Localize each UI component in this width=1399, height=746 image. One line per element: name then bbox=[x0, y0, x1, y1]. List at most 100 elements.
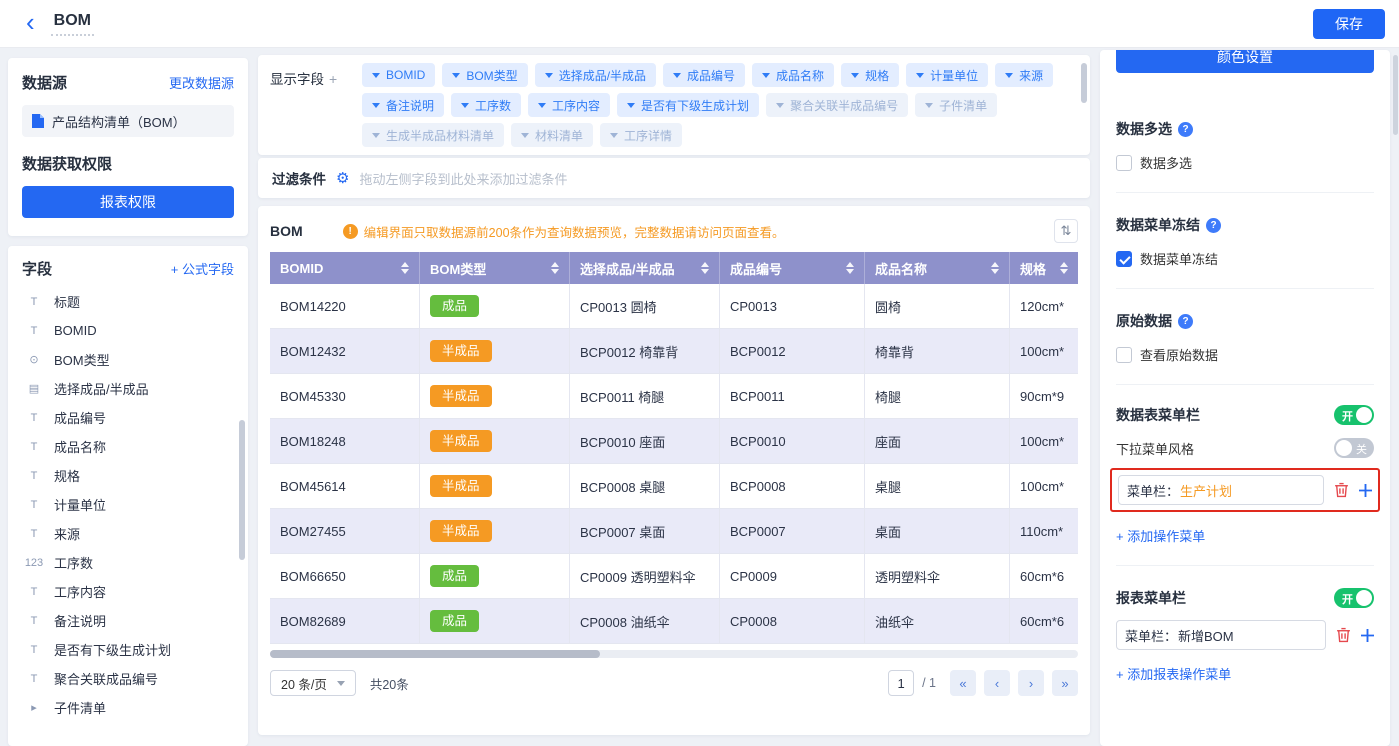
display-field-chip-disabled[interactable]: 子件清单 bbox=[915, 93, 997, 117]
sort-carets-icon[interactable] bbox=[991, 262, 999, 274]
display-field-chip[interactable]: 是否有下级生成计划 bbox=[617, 93, 759, 117]
type-badge: 半成品 bbox=[430, 520, 492, 542]
gear-icon[interactable]: ⚙ bbox=[336, 169, 349, 187]
window-scrollbar[interactable] bbox=[1393, 55, 1398, 135]
page-size-select[interactable]: 20 条/页 bbox=[270, 670, 356, 696]
field-item[interactable]: T成品编号 bbox=[22, 403, 248, 432]
field-item[interactable]: T计量单位 bbox=[22, 490, 248, 519]
field-item[interactable]: T规格 bbox=[22, 461, 248, 490]
sort-carets-icon[interactable] bbox=[401, 262, 409, 274]
display-field-chip-disabled[interactable]: 聚合关联半成品编号 bbox=[766, 93, 908, 117]
sort-carets-icon[interactable] bbox=[551, 262, 559, 274]
field-item[interactable]: T聚合关联成品编号 bbox=[22, 664, 248, 693]
number-field-icon: 123 bbox=[22, 557, 46, 569]
back-icon[interactable]: ‹ bbox=[26, 11, 35, 33]
sort-carets-icon[interactable] bbox=[846, 262, 854, 274]
chip-label: 子件清单 bbox=[939, 97, 987, 114]
save-button[interactable]: 保存 bbox=[1313, 9, 1385, 39]
display-field-chip[interactable]: 来源 bbox=[995, 63, 1053, 87]
change-datasource-link[interactable]: 更改数据源 bbox=[169, 73, 234, 92]
column-header[interactable]: 规格 bbox=[1010, 252, 1078, 284]
add-formula-field-link[interactable]: + 公式字段 bbox=[171, 259, 234, 278]
trash-icon[interactable] bbox=[1334, 482, 1349, 498]
raw-data-checkbox[interactable] bbox=[1116, 347, 1132, 363]
filter-panel[interactable]: 过滤条件 ⚙ 拖动左侧字段到此处来添加过滤条件 bbox=[258, 158, 1090, 198]
column-header[interactable]: BOM类型 bbox=[420, 252, 570, 284]
field-item[interactable]: T是否有下级生成计划 bbox=[22, 635, 248, 664]
field-item[interactable]: T备注说明 bbox=[22, 606, 248, 635]
field-label: BOMID bbox=[54, 323, 97, 338]
color-settings-button[interactable]: 颜色设置 bbox=[1116, 50, 1374, 73]
display-field-chip[interactable]: 规格 bbox=[841, 63, 899, 87]
report-permission-button[interactable]: 报表权限 bbox=[22, 186, 234, 218]
horizontal-scrollbar-thumb[interactable] bbox=[270, 650, 600, 658]
display-field-chip[interactable]: 备注说明 bbox=[362, 93, 444, 117]
table-menu-item[interactable]: 菜单栏： 生产计划 bbox=[1118, 475, 1324, 505]
field-item[interactable]: ▸子件清单 bbox=[22, 693, 248, 722]
field-label: 工序内容 bbox=[54, 582, 106, 601]
datasource-item[interactable]: 产品结构清单（BOM） bbox=[22, 105, 234, 137]
field-item[interactable]: T标题 bbox=[22, 287, 248, 316]
display-field-chip[interactable]: 计量单位 bbox=[906, 63, 988, 87]
table-panel: BOM ! 编辑界面只取数据源前200条作为查询数据预览，完整数据请访问页面查看… bbox=[258, 206, 1090, 735]
display-field-chip-disabled[interactable]: 生成半成品材料清单 bbox=[362, 123, 504, 147]
report-menu-toggle[interactable]: 开 bbox=[1334, 588, 1374, 608]
add-menu-icon[interactable] bbox=[1359, 484, 1372, 497]
trash-icon[interactable] bbox=[1336, 627, 1351, 643]
page-title[interactable]: BOM bbox=[51, 12, 94, 36]
chevron-down-icon bbox=[461, 103, 469, 108]
table-menu-toggle[interactable]: 开 bbox=[1334, 405, 1374, 425]
menu-freeze-checkbox[interactable] bbox=[1116, 251, 1132, 267]
table-row: BOM14220 成品 CP0013 圆椅 CP0013 圆椅 120cm* bbox=[270, 284, 1078, 329]
last-page-button[interactable]: » bbox=[1052, 670, 1078, 696]
chip-label: 来源 bbox=[1019, 67, 1043, 84]
help-icon[interactable]: ? bbox=[1178, 122, 1193, 137]
table-row: BOM82689 成品 CP0008 油纸伞 CP0008 油纸伞 60cm*6 bbox=[270, 599, 1078, 644]
column-header[interactable]: 选择成品/半成品 bbox=[570, 252, 720, 284]
field-label: 成品名称 bbox=[54, 437, 106, 456]
display-field-chip-disabled[interactable]: 材料清单 bbox=[511, 123, 593, 147]
display-field-chip[interactable]: 成品编号 bbox=[663, 63, 745, 87]
add-display-field-icon[interactable]: + bbox=[329, 71, 337, 87]
sort-carets-icon[interactable] bbox=[1060, 262, 1068, 274]
display-field-chip[interactable]: 选择成品/半成品 bbox=[535, 63, 656, 87]
help-icon[interactable]: ? bbox=[1206, 218, 1221, 233]
horizontal-scrollbar[interactable] bbox=[270, 650, 1078, 658]
field-item[interactable]: ⊙BOM类型 bbox=[22, 345, 248, 374]
display-field-chip-disabled[interactable]: 工序详情 bbox=[600, 123, 682, 147]
display-field-chip[interactable]: BOMID bbox=[362, 63, 435, 87]
add-report-action-menu-link[interactable]: + 添加报表操作菜单 bbox=[1116, 664, 1374, 683]
next-page-button[interactable]: › bbox=[1018, 670, 1044, 696]
field-item[interactable]: TBOMID bbox=[22, 316, 248, 345]
field-item[interactable]: ▤选择成品/半成品 bbox=[22, 374, 248, 403]
report-menu-item[interactable]: 菜单栏： 新增BOM bbox=[1116, 620, 1326, 650]
prev-page-button[interactable]: ‹ bbox=[984, 670, 1010, 696]
display-fields-scrollbar[interactable] bbox=[1081, 63, 1087, 103]
chip-label: 选择成品/半成品 bbox=[559, 67, 646, 84]
field-item[interactable]: T工序内容 bbox=[22, 577, 248, 606]
chip-label: 聚合关联半成品编号 bbox=[790, 97, 898, 114]
column-header[interactable]: BOMID bbox=[270, 252, 420, 284]
display-field-chip[interactable]: 成品名称 bbox=[752, 63, 834, 87]
field-item[interactable]: T来源 bbox=[22, 519, 248, 548]
current-page[interactable]: 1 bbox=[888, 670, 914, 696]
display-field-chip[interactable]: BOM类型 bbox=[442, 63, 527, 87]
display-fields-label-text: 显示字段 bbox=[270, 72, 324, 87]
column-header[interactable]: 成品编号 bbox=[720, 252, 865, 284]
table-sort-icon[interactable]: ⇅ bbox=[1054, 219, 1078, 243]
display-field-chip[interactable]: 工序内容 bbox=[528, 93, 610, 117]
dropdown-style-toggle[interactable]: 关 bbox=[1334, 438, 1374, 458]
first-page-button[interactable]: « bbox=[950, 670, 976, 696]
help-icon[interactable]: ? bbox=[1178, 314, 1193, 329]
add-menu-icon[interactable] bbox=[1361, 629, 1374, 642]
field-item[interactable]: 123工序数 bbox=[22, 548, 248, 577]
multi-select-checkbox[interactable] bbox=[1116, 155, 1132, 171]
sort-carets-icon[interactable] bbox=[701, 262, 709, 274]
field-item[interactable]: T成品名称 bbox=[22, 432, 248, 461]
data-grid: BOMID BOM类型 选择成品/半成品 成品编号 成品名称 规格 BOM142… bbox=[270, 252, 1078, 644]
add-action-menu-link[interactable]: + 添加操作菜单 bbox=[1116, 526, 1374, 545]
column-header[interactable]: 成品名称 bbox=[865, 252, 1010, 284]
fields-scrollbar[interactable] bbox=[239, 420, 245, 560]
document-icon bbox=[32, 114, 44, 128]
display-field-chip[interactable]: 工序数 bbox=[451, 93, 521, 117]
